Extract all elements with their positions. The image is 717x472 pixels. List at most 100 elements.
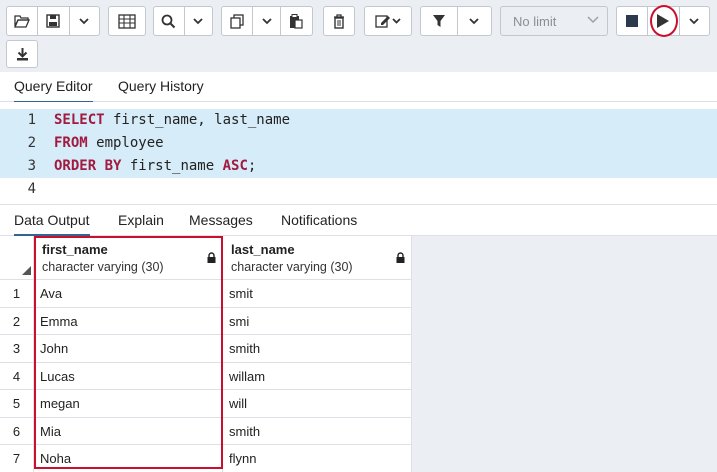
line-number: 3 bbox=[27, 158, 36, 174]
chevron-down-icon bbox=[469, 18, 480, 25]
cell-last-name[interactable]: smit bbox=[223, 280, 412, 308]
sql-editor[interactable]: 1 SELECT first_name, last_name 2 FROM em… bbox=[0, 102, 717, 202]
code-line: 2 FROM employee bbox=[0, 132, 717, 155]
copy-options-dropdown[interactable] bbox=[253, 7, 281, 35]
tab-explain[interactable]: Explain bbox=[118, 205, 164, 235]
chevron-down-icon bbox=[193, 18, 204, 25]
cell-first-name[interactable]: Noha bbox=[34, 445, 223, 472]
table-row: 4 Lucas willam bbox=[0, 362, 412, 390]
line-number: 2 bbox=[27, 135, 36, 151]
column-name: last_name bbox=[231, 242, 295, 257]
save-icon bbox=[46, 14, 61, 28]
column-name: first_name bbox=[42, 242, 108, 257]
cell-first-name[interactable]: John bbox=[34, 335, 223, 363]
find-button[interactable] bbox=[154, 7, 185, 35]
row-number[interactable]: 4 bbox=[0, 362, 34, 390]
save-file-button[interactable] bbox=[38, 7, 70, 35]
table-row: 3 John smith bbox=[0, 335, 412, 363]
column-header-first-name[interactable]: first_name character varying (30) bbox=[34, 236, 223, 280]
edit-icon bbox=[375, 15, 401, 28]
search-icon bbox=[162, 14, 176, 28]
column-header-last-name[interactable]: last_name character varying (30) bbox=[223, 236, 412, 280]
code-line: 3 ORDER BY first_name ASC; bbox=[0, 155, 717, 178]
cell-first-name[interactable]: megan bbox=[34, 390, 223, 418]
filter-icon bbox=[432, 15, 445, 27]
tab-query-editor[interactable]: Query Editor bbox=[14, 72, 93, 103]
row-limit-select[interactable]: No limit bbox=[500, 6, 608, 36]
code-line: 4 bbox=[0, 178, 717, 201]
editor-tabs: Query Editor Query History bbox=[0, 72, 717, 103]
query-toolbar: No limit bbox=[0, 0, 717, 72]
sql-keyword: FROM bbox=[54, 135, 88, 151]
copy-icon bbox=[230, 13, 244, 29]
file-button-group bbox=[6, 6, 100, 36]
table-row: 5 megan will bbox=[0, 390, 412, 418]
row-number[interactable]: 5 bbox=[0, 390, 34, 418]
stop-query-button[interactable] bbox=[617, 7, 649, 35]
column-type: character varying (30) bbox=[231, 260, 353, 274]
line-number: 1 bbox=[27, 112, 36, 128]
tab-messages[interactable]: Messages bbox=[189, 205, 253, 235]
view-data-button[interactable] bbox=[108, 6, 146, 36]
cell-last-name[interactable]: smith bbox=[223, 335, 412, 363]
code-text: first_name bbox=[121, 158, 223, 174]
chevron-down-icon bbox=[79, 18, 89, 25]
chevron-down-icon bbox=[261, 18, 272, 25]
line-number: 4 bbox=[27, 181, 36, 197]
filter-button[interactable] bbox=[421, 7, 458, 35]
code-text: employee bbox=[87, 135, 164, 151]
row-limit-value: No limit bbox=[513, 13, 557, 29]
table-row: 7 Noha flynn bbox=[0, 445, 412, 472]
cell-first-name[interactable]: Emma bbox=[34, 307, 223, 335]
code-line: 1 SELECT first_name, last_name bbox=[0, 109, 717, 132]
lock-icon bbox=[396, 252, 405, 263]
cell-first-name[interactable]: Mia bbox=[34, 417, 223, 445]
tab-query-history[interactable]: Query History bbox=[118, 72, 204, 102]
cell-last-name[interactable]: smith bbox=[223, 417, 412, 445]
column-type: character varying (30) bbox=[42, 260, 164, 274]
execute-options-dropdown[interactable] bbox=[680, 7, 709, 35]
row-number[interactable]: 2 bbox=[0, 307, 34, 335]
paste-icon bbox=[290, 13, 303, 29]
table-icon bbox=[118, 13, 136, 29]
cell-last-name[interactable]: willam bbox=[223, 362, 412, 390]
edit-button[interactable] bbox=[364, 6, 412, 36]
cell-first-name[interactable]: Lucas bbox=[34, 362, 223, 390]
cell-first-name[interactable]: Ava bbox=[34, 280, 223, 308]
folder-open-icon bbox=[14, 15, 31, 28]
save-options-dropdown[interactable] bbox=[70, 7, 99, 35]
cell-last-name[interactable]: flynn bbox=[223, 445, 412, 472]
stop-icon bbox=[626, 15, 639, 27]
table-row: 2 Emma smi bbox=[0, 307, 412, 335]
tab-data-output[interactable]: Data Output bbox=[14, 205, 90, 236]
tab-notifications[interactable]: Notifications bbox=[281, 205, 357, 235]
find-options-dropdown[interactable] bbox=[185, 7, 212, 35]
cell-last-name[interactable]: smi bbox=[223, 307, 412, 335]
download-button[interactable] bbox=[6, 40, 38, 68]
row-number[interactable]: 6 bbox=[0, 417, 34, 445]
open-file-button[interactable] bbox=[7, 7, 39, 35]
copy-button[interactable] bbox=[222, 7, 254, 35]
chevron-down-icon bbox=[587, 16, 599, 24]
resize-corner-icon bbox=[22, 266, 31, 275]
row-number[interactable]: 1 bbox=[0, 280, 34, 308]
delete-button[interactable] bbox=[323, 6, 355, 36]
delete-icon bbox=[334, 13, 344, 29]
data-output-grid: first_name character varying (30) last_n… bbox=[0, 236, 717, 472]
paste-button[interactable] bbox=[281, 7, 312, 35]
output-tabs: Data Output Explain Messages Notificatio… bbox=[0, 204, 717, 236]
sql-keyword: ORDER BY bbox=[54, 158, 122, 174]
cell-last-name[interactable]: will bbox=[223, 390, 412, 418]
execute-highlight-circle bbox=[650, 5, 678, 37]
filter-options-dropdown[interactable] bbox=[458, 7, 491, 35]
row-number[interactable]: 7 bbox=[0, 445, 34, 472]
filter-button-group bbox=[420, 6, 492, 36]
row-number[interactable]: 3 bbox=[0, 335, 34, 363]
grid-corner[interactable] bbox=[0, 236, 34, 280]
sql-keyword: ASC bbox=[222, 158, 248, 174]
table-row: 6 Mia smith bbox=[0, 417, 412, 445]
sql-keyword: SELECT bbox=[54, 112, 105, 128]
copy-button-group bbox=[221, 6, 313, 36]
code-text: first_name, last_name bbox=[104, 112, 291, 128]
lock-icon bbox=[207, 252, 216, 263]
